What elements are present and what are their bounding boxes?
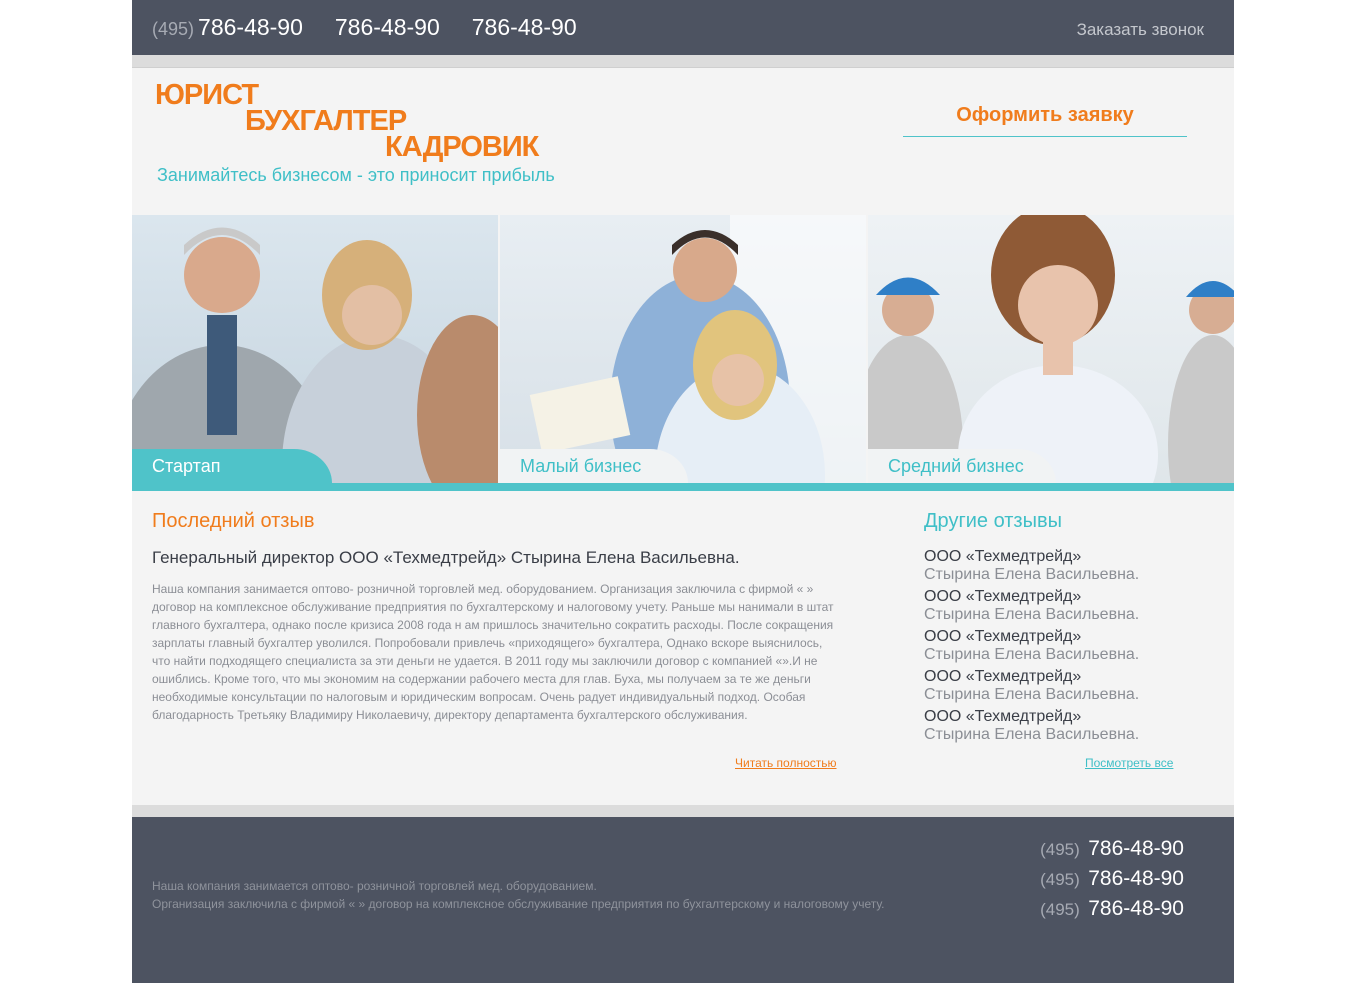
review-person: Стырина Елена Васильевна. <box>924 606 1140 623</box>
engineers-photo <box>868 215 1234 483</box>
banner-tile-medium-business[interactable]: Средний бизнес <box>868 215 1234 483</box>
review-person: Стырина Елена Васильевна. <box>924 566 1140 583</box>
order-button[interactable]: Оформить заявку <box>903 100 1187 137</box>
phone-number: 786-48-90 <box>198 14 303 40</box>
footer-phones: (495) 786-48-90 (495) 786-48-90 (495) 78… <box>1040 835 1184 925</box>
footer-text-line-1: Наша компания занимается оптово- розничн… <box>152 879 597 893</box>
latest-review-title: Генеральный директор ООО «Техмедтрейд» С… <box>152 548 740 567</box>
list-item[interactable]: ООО «Техмедтрейд» Стырина Елена Васильев… <box>924 588 1184 628</box>
banner-tile-startup[interactable]: Стартап <box>132 215 498 483</box>
footer-phone-2[interactable]: (495) 786-48-90 <box>1040 865 1184 895</box>
review-company: ООО «Техмедтрейд» <box>924 548 1082 565</box>
footer-phone-3[interactable]: (495) 786-48-90 <box>1040 895 1184 925</box>
other-reviews-heading: Другие отзывы <box>924 510 1062 532</box>
logo-line-3: КАДРОВИК <box>385 131 539 163</box>
phone-code: (495) <box>1040 840 1080 859</box>
latest-review-heading: Последний отзыв <box>152 510 315 532</box>
office-photo <box>529 215 866 483</box>
review-company: ООО «Техмедтрейд» <box>924 628 1082 645</box>
meeting-photo <box>132 227 498 483</box>
list-item[interactable]: ООО «Техмедтрейд» Стырина Елена Васильев… <box>924 708 1184 748</box>
footer-text: Наша компания занимается оптово- розничн… <box>152 877 885 913</box>
review-company: ООО «Техмедтрейд» <box>924 588 1082 605</box>
review-person: Стырина Елена Васильевна. <box>924 726 1140 743</box>
other-reviews-list: ООО «Техмедтрейд» Стырина Елена Васильев… <box>924 548 1184 748</box>
top-bar: (495) 786-48-90 786-48-90 786-48-90 Заказ… <box>132 0 1234 55</box>
read-more-link[interactable]: Читать полностью <box>735 756 837 770</box>
tab-small-business[interactable]: Малый бизнес <box>500 449 688 483</box>
footer-phone-1[interactable]: (495) 786-48-90 <box>1040 835 1184 865</box>
review-company: ООО «Техмедтрейд» <box>924 668 1082 685</box>
review-person: Стырина Елена Васильевна. <box>924 686 1140 703</box>
phone-code: (495) <box>1040 900 1080 919</box>
tab-startup[interactable]: Стартап <box>132 449 332 483</box>
phone-code: (495) <box>1040 870 1080 889</box>
banner-tile-small-business[interactable]: Малый бизнес <box>500 215 866 483</box>
top-phone-1[interactable]: (495) 786-48-90 <box>152 14 303 41</box>
phone-number: 786-48-90 <box>1088 897 1184 920</box>
banner: Стартап Малый бизнес Средний бизнес <box>132 215 1234 493</box>
top-phone-3[interactable]: 786-48-90 <box>472 14 577 41</box>
tab-medium-business[interactable]: Средний бизнес <box>868 449 1056 483</box>
list-item[interactable]: ООО «Техмедтрейд» Стырина Елена Васильев… <box>924 668 1184 708</box>
slogan: Занимайтесь бизнесом - это приносит приб… <box>157 165 555 185</box>
see-all-link[interactable]: Посмотреть все <box>1085 756 1173 770</box>
top-phone-2[interactable]: 786-48-90 <box>335 14 440 41</box>
divider-strip <box>132 55 1234 68</box>
footer-text-line-2: Организация заключила с фирмой « » догов… <box>152 897 885 911</box>
page: (495) 786-48-90 786-48-90 786-48-90 Заказ… <box>132 0 1234 983</box>
phone-code: (495) <box>152 19 195 39</box>
phone-number: 786-48-90 <box>1088 837 1184 860</box>
callback-link[interactable]: Заказать звонок <box>1077 20 1204 40</box>
review-company: ООО «Техмедтрейд» <box>924 708 1082 725</box>
footer: Наша компания занимается оптово- розничн… <box>132 817 1234 983</box>
list-item[interactable]: ООО «Техмедтрейд» Стырина Елена Васильев… <box>924 628 1184 668</box>
phone-number: 786-48-90 <box>1088 867 1184 890</box>
top-phones: (495) 786-48-90 786-48-90 786-48-90 <box>152 14 577 41</box>
review-person: Стырина Елена Васильевна. <box>924 646 1140 663</box>
banner-underline <box>132 483 1234 491</box>
latest-review-text: Наша компания занимается оптово- розничн… <box>152 582 834 722</box>
logo[interactable]: ЮРИСТ БУХГАЛТЕР КАДРОВИК <box>155 81 539 163</box>
list-item[interactable]: ООО «Техмедтрейд» Стырина Елена Васильев… <box>924 548 1184 588</box>
